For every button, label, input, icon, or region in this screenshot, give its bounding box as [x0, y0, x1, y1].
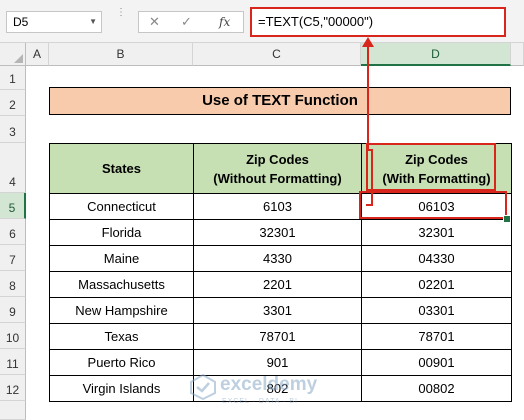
row-header-10[interactable]: 10	[0, 323, 26, 349]
fill-handle[interactable]	[503, 215, 511, 223]
sheet-title[interactable]: Use of TEXT Function	[49, 87, 511, 115]
enter-icon[interactable]: ✓	[181, 12, 192, 32]
watermark-name: exceldemy	[220, 374, 318, 395]
row-header-3[interactable]: 3	[0, 116, 26, 143]
state-cell[interactable]: Connecticut	[49, 193, 194, 220]
table-row: Maine 4330 04330	[49, 245, 512, 272]
state-cell[interactable]: Maine	[49, 245, 194, 272]
state-cell[interactable]: Massachusetts	[49, 271, 194, 298]
state-cell[interactable]: Texas	[49, 323, 194, 350]
header-label-line1: Zip Codes	[405, 151, 468, 167]
column-header-b[interactable]: B	[49, 43, 193, 66]
insert-function-button[interactable]: fx	[219, 12, 230, 32]
row-header-13[interactable]	[0, 401, 26, 420]
zip-formatted-cell[interactable]: 03301	[361, 297, 512, 324]
header-label-line1: Zip Codes	[246, 151, 309, 167]
state-cell[interactable]: Florida	[49, 219, 194, 246]
state-cell[interactable]: Puerto Rico	[49, 349, 194, 376]
header-zip-with-formatting[interactable]: Zip Codes (With Formatting)	[361, 143, 512, 194]
zip-raw-cell[interactable]: 78701	[193, 323, 362, 350]
zip-raw-cell[interactable]: 3301	[193, 297, 362, 324]
table-row: Massachusetts 2201 02201	[49, 271, 512, 298]
row-header-2[interactable]: 2	[0, 90, 26, 116]
column-header-d[interactable]: D	[361, 43, 511, 66]
row-header-8[interactable]: 8	[0, 271, 26, 297]
table-row: New Hampshire 3301 03301	[49, 297, 512, 324]
header-zip-without-formatting[interactable]: Zip Codes (Without Formatting)	[193, 143, 362, 194]
header-states-label: States	[101, 161, 142, 176]
zip-formatted-cell[interactable]: 06103	[361, 193, 512, 220]
row-header-11[interactable]: 11	[0, 349, 26, 375]
drag-handle-icon[interactable]: ⋮	[116, 8, 126, 32]
header-states[interactable]: States	[49, 143, 194, 194]
select-all-button[interactable]	[0, 43, 26, 66]
zip-raw-cell[interactable]: 6103	[193, 193, 362, 220]
exceldemy-logo-icon	[190, 374, 216, 400]
formula-input[interactable]: =TEXT(C5,"00000")	[250, 7, 506, 37]
cancel-icon[interactable]: ✕	[149, 12, 160, 32]
formula-buttons: ✕ ✓ fx	[138, 11, 244, 33]
column-header-a[interactable]: A	[26, 43, 49, 66]
table-header-row: States Zip Codes (Without Formatting) Zip…	[49, 143, 512, 194]
state-cell[interactable]: Virgin Islands	[49, 375, 194, 402]
zip-raw-cell[interactable]: 2201	[193, 271, 362, 298]
column-header-e[interactable]	[511, 43, 524, 66]
name-box[interactable]: D5 ▼	[6, 11, 102, 33]
row-header-5[interactable]: 5	[0, 193, 26, 219]
row-header-6[interactable]: 6	[0, 219, 26, 245]
zip-code-table: States Zip Codes (Without Formatting) Zip…	[49, 143, 512, 402]
watermark-tag: EXCEL · DATA · BI	[222, 398, 298, 405]
exceldemy-watermark: exceldemy EXCEL · DATA · BI	[190, 372, 350, 412]
select-all-triangle-icon	[14, 54, 23, 63]
row-header-1[interactable]: 1	[0, 66, 26, 90]
name-box-value: D5	[13, 15, 29, 29]
header-label-line2: (Without Formatting)	[213, 170, 342, 186]
zip-formatted-cell[interactable]: 78701	[361, 323, 512, 350]
column-header-c[interactable]: C	[193, 43, 361, 66]
zip-formatted-cell[interactable]: 00802	[361, 375, 512, 402]
zip-formatted-cell[interactable]: 00901	[361, 349, 512, 376]
row-header-9[interactable]: 9	[0, 297, 26, 323]
state-cell[interactable]: New Hampshire	[49, 297, 194, 324]
zip-formatted-cell[interactable]: 32301	[361, 219, 512, 246]
formula-bar: D5 ▼ ⋮ ✕ ✓ fx =TEXT(C5,"00000")	[0, 0, 524, 43]
table-row: Connecticut 6103 06103	[49, 193, 512, 220]
header-label-line2: (With Formatting)	[382, 170, 491, 186]
table-row: Florida 32301 32301	[49, 219, 512, 246]
row-header-4[interactable]: 4	[0, 143, 26, 193]
row-header-12[interactable]: 12	[0, 375, 26, 401]
table-row: Texas 78701 78701	[49, 323, 512, 350]
row-header-7[interactable]: 7	[0, 245, 26, 271]
chevron-down-icon[interactable]: ▼	[89, 12, 97, 32]
zip-raw-cell[interactable]: 32301	[193, 219, 362, 246]
zip-raw-cell[interactable]: 4330	[193, 245, 362, 272]
zip-formatted-cell[interactable]: 04330	[361, 245, 512, 272]
zip-formatted-cell[interactable]: 02201	[361, 271, 512, 298]
